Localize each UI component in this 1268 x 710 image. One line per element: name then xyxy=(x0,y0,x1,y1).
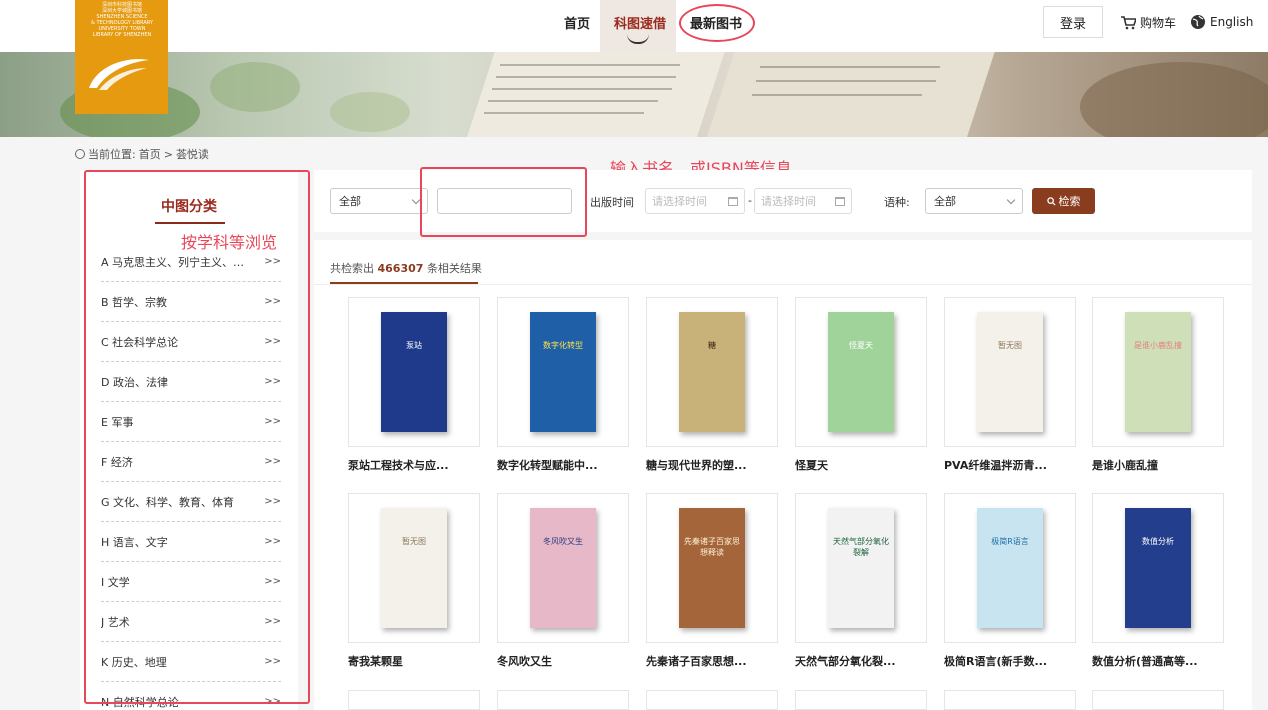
breadcrumb-prefix: 当前位置: xyxy=(88,148,136,161)
book-title[interactable]: 寄我某颗星 xyxy=(348,653,403,669)
location-pin-icon xyxy=(75,149,85,159)
book-cover-text: 数字化转型 xyxy=(543,341,583,350)
start-date-picker[interactable]: 请选择时间 xyxy=(645,188,745,214)
book-cover: 暂无图 xyxy=(381,508,447,628)
end-date-picker[interactable]: 请选择时间 xyxy=(754,188,852,214)
book-title[interactable]: 是谁小鹿乱撞 xyxy=(1092,457,1158,473)
book-title[interactable]: 数字化转型赋能中... xyxy=(497,457,598,473)
top-navigation-bar: 首页 科图速借 最新图书 登录 购物车 English xyxy=(0,0,1268,52)
annotation-rect-search-input xyxy=(420,167,587,237)
book-card[interactable] xyxy=(1092,690,1224,710)
book-cover-text: 数值分析 xyxy=(1142,537,1174,546)
language-switch[interactable]: English xyxy=(1190,14,1253,30)
book-cover-text: 暂无图 xyxy=(402,537,426,546)
library-logo[interactable]: 深圳市科技图书馆 深圳大学城图书馆 SHENZHEN SCIENCE & TECHN… xyxy=(75,0,168,114)
book-cover: 数字化转型 xyxy=(530,312,596,432)
book-cover-text: 极简R语言 xyxy=(991,537,1029,546)
book-cover: 天然气部分氧化裂解 xyxy=(828,508,894,628)
book-cover: 先秦诸子百家思想释读 xyxy=(679,508,745,628)
book-cover: 暂无图 xyxy=(977,312,1043,432)
book-card[interactable] xyxy=(497,690,629,710)
book-title[interactable]: PVA纤维温拌沥青... xyxy=(944,457,1047,473)
breadcrumb: 当前位置: 首页 > 荟悦读 xyxy=(75,146,209,162)
nav-quick-borrow[interactable]: 科图速借 xyxy=(614,13,666,32)
hero-banner xyxy=(0,52,1268,137)
book-card[interactable]: 天然气部分氧化裂解 xyxy=(795,493,927,643)
breadcrumb-separator: > xyxy=(163,147,173,161)
book-card[interactable] xyxy=(348,690,480,710)
book-cover: 怪夏天 xyxy=(828,312,894,432)
cart-icon xyxy=(1121,15,1136,29)
page-root: 首页 科图速借 最新图书 登录 购物车 English 深圳市科技图书馆 深圳大学… xyxy=(0,0,1268,710)
language-filter-label: 语种: xyxy=(884,196,910,209)
book-title[interactable]: 冬风吹又生 xyxy=(497,653,552,669)
search-button[interactable]: 检索 xyxy=(1032,188,1095,214)
book-cover: 数值分析 xyxy=(1125,508,1191,628)
book-card[interactable]: 糖 xyxy=(646,297,778,447)
book-cover-text: 天然气部分氧化裂解 xyxy=(833,537,889,557)
book-card[interactable]: 数值分析 xyxy=(1092,493,1224,643)
language-label: English xyxy=(1210,15,1254,29)
pub-time-label: 出版时间 xyxy=(590,196,634,209)
book-cover-text: 怪夏天 xyxy=(849,341,873,350)
book-card[interactable]: 极简R语言 xyxy=(944,493,1076,643)
book-card[interactable] xyxy=(646,690,778,710)
book-title[interactable]: 怪夏天 xyxy=(795,457,828,473)
result-count-number: 466307 xyxy=(377,262,424,275)
book-title[interactable]: 糖与现代世界的塑... xyxy=(646,457,747,473)
book-cover-text: 冬风吹又生 xyxy=(543,537,583,546)
book-cover-text: 糖 xyxy=(708,341,716,350)
book-card[interactable]: 暂无图 xyxy=(348,493,480,643)
book-cover-text: 泵站 xyxy=(406,341,422,350)
cart-link[interactable]: 购物车 xyxy=(1120,14,1176,31)
book-cover: 冬风吹又生 xyxy=(530,508,596,628)
result-tab-underline xyxy=(330,282,478,284)
chevron-down-icon xyxy=(1006,195,1016,204)
book-card[interactable]: 冬风吹又生 xyxy=(497,493,629,643)
book-card[interactable]: 先秦诸子百家思想释读 xyxy=(646,493,778,643)
book-title[interactable]: 天然气部分氧化裂... xyxy=(795,653,896,669)
book-card[interactable]: 暂无图 xyxy=(944,297,1076,447)
breadcrumb-current: 荟悦读 xyxy=(175,148,209,161)
logo-swoosh-icon xyxy=(89,59,149,90)
annotation-circle-new-books xyxy=(679,4,755,42)
book-card[interactable] xyxy=(944,690,1076,710)
cart-label: 购物车 xyxy=(1140,16,1177,30)
result-count: 共检索出 466307 条相关结果 xyxy=(330,262,482,275)
calendar-icon xyxy=(728,196,738,206)
date-separator: - xyxy=(748,194,752,207)
logo-text: 深圳市科技图书馆 深圳大学城图书馆 SHENZHEN SCIENCE & TECHN… xyxy=(90,2,154,38)
book-cover: 泵站 xyxy=(381,312,447,432)
search-icon xyxy=(1046,196,1056,206)
book-title[interactable]: 泵站工程技术与应... xyxy=(348,457,449,473)
book-cover-text: 暂无图 xyxy=(998,341,1022,350)
book-card[interactable]: 数字化转型 xyxy=(497,297,629,447)
calendar-icon xyxy=(835,196,845,206)
book-title[interactable]: 数值分析(普通高等... xyxy=(1092,653,1198,669)
category-select[interactable]: 全部 xyxy=(330,188,428,214)
book-cover-text: 先秦诸子百家思想释读 xyxy=(684,537,740,557)
book-cover: 极简R语言 xyxy=(977,508,1043,628)
book-card[interactable] xyxy=(795,690,927,710)
book-cover: 是谁小鹿乱撞 xyxy=(1125,312,1191,432)
book-title[interactable]: 极简R语言(新手数... xyxy=(944,653,1047,669)
book-title[interactable]: 先秦诸子百家思想... xyxy=(646,653,747,669)
book-cover: 糖 xyxy=(679,312,745,432)
chevron-down-icon xyxy=(411,195,421,204)
breadcrumb-home[interactable]: 首页 xyxy=(139,146,161,162)
globe-icon xyxy=(1191,15,1205,29)
language-select[interactable]: 全部 xyxy=(925,188,1023,214)
book-card[interactable]: 泵站 xyxy=(348,297,480,447)
annotation-browse-hint: 按学科等浏览 xyxy=(181,233,278,252)
login-button[interactable]: 登录 xyxy=(1043,6,1103,38)
book-card[interactable]: 怪夏天 xyxy=(795,297,927,447)
book-cover-text: 是谁小鹿乱撞 xyxy=(1134,341,1182,350)
nav-home[interactable]: 首页 xyxy=(564,13,590,32)
book-card[interactable]: 是谁小鹿乱撞 xyxy=(1092,297,1224,447)
